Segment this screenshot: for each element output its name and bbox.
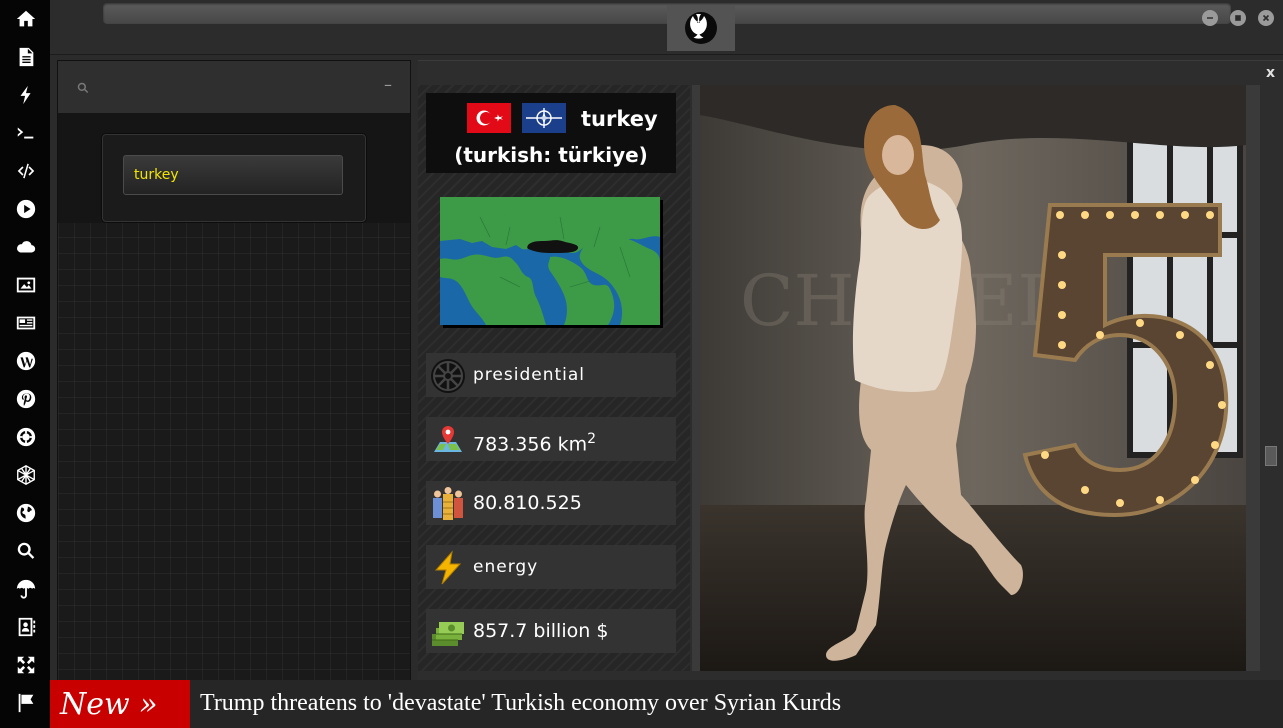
icon-rail xyxy=(0,0,50,728)
country-area: 783.356 km2 xyxy=(473,431,597,456)
news-headline[interactable]: Trump threatens to 'devastate' Turkish e… xyxy=(200,680,841,728)
photo-scrollbar[interactable] xyxy=(1265,446,1277,466)
search-card: turkey xyxy=(102,134,366,222)
nato-flag-icon xyxy=(522,103,566,133)
contacts-icon[interactable] xyxy=(13,614,39,640)
document-icon[interactable] xyxy=(13,44,39,70)
newspaper-icon[interactable] xyxy=(13,310,39,336)
population-icon xyxy=(433,487,463,520)
population-row: 80.810.525 xyxy=(426,481,676,525)
map-pin-icon xyxy=(434,426,462,452)
government-type-row: presidential xyxy=(426,353,676,397)
settings-icon[interactable] xyxy=(13,424,39,450)
country-panel: x turkey (turkish: türkiye) presidential… xyxy=(418,60,1283,681)
pinterest-icon[interactable] xyxy=(13,386,39,412)
lightning-icon[interactable] xyxy=(13,82,39,108)
top-bar xyxy=(50,0,1283,55)
close-window-button[interactable] xyxy=(1258,10,1274,26)
galactic-empire-icon xyxy=(431,359,465,393)
money-stack-icon xyxy=(432,622,464,646)
play-icon[interactable] xyxy=(13,196,39,222)
gdp-row: 857.7 billion $ xyxy=(426,609,676,653)
news-badge: New » xyxy=(50,680,190,728)
rebel-alliance-logo-icon[interactable] xyxy=(667,5,735,51)
country-info-column: turkey (turkish: türkiye) presidential 7… xyxy=(418,85,690,671)
maximize-window-button[interactable] xyxy=(1230,10,1246,26)
search-icon[interactable] xyxy=(13,538,39,564)
news-ticker: New » Trump threatens to 'devastate' Tur… xyxy=(50,680,1283,728)
minimize-window-button[interactable] xyxy=(1202,10,1218,26)
country-native-name: (turkish: türkiye) xyxy=(454,143,648,167)
area-row: 783.356 km2 xyxy=(426,417,676,461)
search-panel: – turkey xyxy=(57,60,411,682)
country-photo-frame: CHANEL xyxy=(692,85,1260,671)
flag-icon[interactable] xyxy=(13,690,39,716)
government-type: presidential xyxy=(473,365,585,385)
search-icon[interactable] xyxy=(76,81,90,95)
code-icon[interactable] xyxy=(13,158,39,184)
polyhedron-icon[interactable] xyxy=(13,462,39,488)
minimize-panel-button[interactable]: – xyxy=(384,75,392,94)
country-name: turkey xyxy=(581,107,658,131)
country-search-input[interactable]: turkey xyxy=(123,155,343,195)
globe-icon[interactable] xyxy=(13,500,39,526)
close-panel-button[interactable]: x xyxy=(1266,65,1275,81)
expand-icon[interactable] xyxy=(13,652,39,678)
umbrella-icon[interactable] xyxy=(13,576,39,602)
country-featured-photo: CHANEL xyxy=(700,85,1246,671)
economy-sector-row: energy xyxy=(426,545,676,589)
economy-sector: energy xyxy=(473,557,539,577)
country-gdp: 857.7 billion $ xyxy=(473,620,609,642)
search-panel-header: – xyxy=(58,61,410,113)
country-title-box: turkey (turkish: türkiye) xyxy=(426,93,676,173)
turkey-flag-icon xyxy=(467,103,511,133)
wordpress-icon[interactable] xyxy=(13,348,39,374)
cloud-icon[interactable] xyxy=(13,234,39,260)
energy-bolt-icon xyxy=(434,550,462,585)
country-population: 80.810.525 xyxy=(473,492,582,514)
country-location-map xyxy=(440,197,660,325)
home-icon[interactable] xyxy=(13,6,39,32)
terminal-icon[interactable] xyxy=(13,120,39,146)
image-icon[interactable] xyxy=(13,272,39,298)
